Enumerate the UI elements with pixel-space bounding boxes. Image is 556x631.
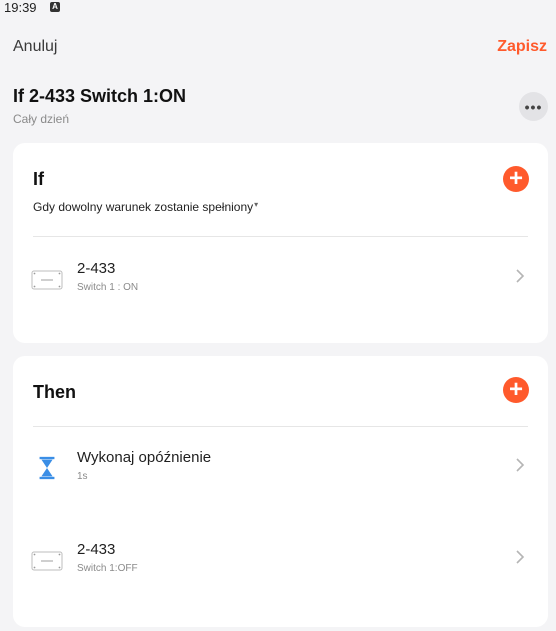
- status-time: 19:39: [4, 0, 37, 15]
- item-detail: Switch 1 : ON: [77, 282, 139, 293]
- then-card: Then + Wykonaj opóźnienie 1s 2-433 Switc…: [13, 356, 548, 627]
- device-switch-icon: [31, 270, 63, 290]
- hourglass-icon: [39, 456, 55, 480]
- action-item[interactable]: Wykonaj opóźnienie 1s: [13, 449, 548, 499]
- item-detail: 1s: [77, 471, 88, 482]
- notification-icon: A: [50, 2, 60, 12]
- condition-item[interactable]: 2-433 Switch 1 : ON: [13, 260, 548, 310]
- divider: [33, 236, 528, 237]
- item-detail: Switch 1:OFF: [77, 563, 138, 574]
- chevron-right-icon: [516, 269, 525, 283]
- item-name: 2-433: [77, 260, 116, 277]
- chevron-right-icon: [516, 550, 525, 564]
- then-title: Then: [33, 382, 76, 402]
- item-name: 2-433: [77, 541, 116, 558]
- cancel-button[interactable]: Anuluj: [13, 38, 57, 56]
- if-card: If + Gdy dowolny warunek zostanie spełni…: [13, 143, 548, 343]
- divider: [33, 426, 528, 427]
- save-button[interactable]: Zapisz: [497, 38, 547, 56]
- add-condition-button[interactable]: +: [503, 166, 529, 192]
- status-bar: 19:39 A: [0, 0, 556, 16]
- condition-mode-label: Gdy dowolny warunek zostanie spełniony: [33, 200, 254, 214]
- device-switch-icon: [31, 551, 63, 571]
- more-options-button[interactable]: •••: [519, 92, 548, 121]
- if-title: If: [33, 169, 44, 189]
- chevron-right-icon: [516, 458, 525, 472]
- item-name: Wykonaj opóźnienie: [77, 449, 212, 466]
- condition-mode-selector[interactable]: Gdy dowolny warunek zostanie spełniony▾: [33, 200, 258, 214]
- scene-title[interactable]: If 2-433 Switch 1:ON: [13, 86, 186, 107]
- action-item[interactable]: 2-433 Switch 1:OFF: [13, 541, 548, 591]
- scene-schedule[interactable]: Cały dzień: [13, 112, 69, 126]
- caret-down-icon: ▾: [254, 200, 259, 209]
- add-action-button[interactable]: +: [503, 377, 529, 403]
